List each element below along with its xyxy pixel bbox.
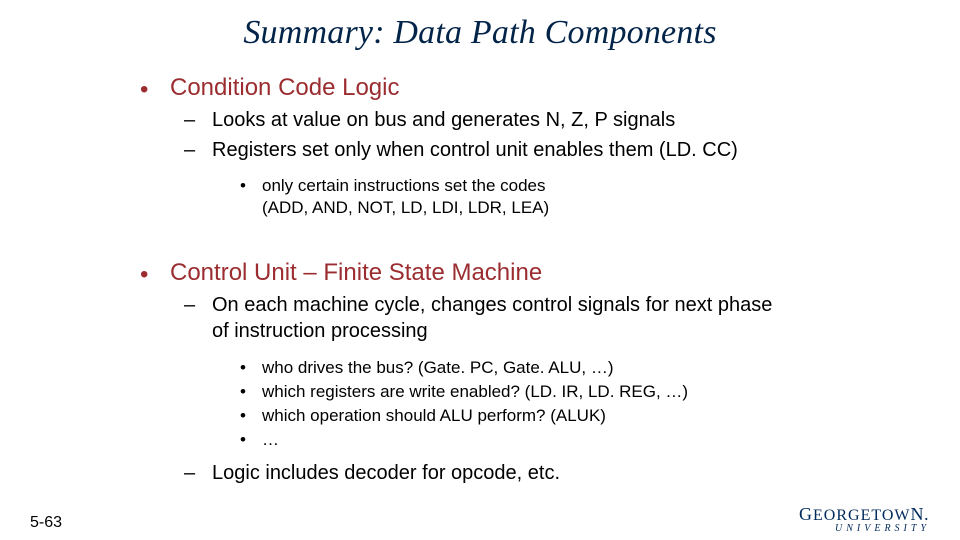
sub-text: On each machine cycle, changes control s… xyxy=(212,293,772,344)
bullet-icon: • xyxy=(240,175,262,219)
bullet-icon: • xyxy=(140,259,170,287)
section-heading-1: • Condition Code Logic xyxy=(140,74,900,102)
line: On each machine cycle, changes control s… xyxy=(212,294,772,316)
bullet-icon: • xyxy=(140,74,170,102)
slide-number: 5-63 xyxy=(30,514,62,532)
dash-icon: – xyxy=(184,138,212,164)
logo-line-2: UNIVERSITY xyxy=(799,524,930,534)
dash-icon: – xyxy=(184,108,212,134)
georgetown-logo: GGEORGETOWNEORGETOWN. UNIVERSITY xyxy=(799,505,930,534)
bullet-icon: • xyxy=(240,381,262,403)
heading-text: Condition Code Logic xyxy=(170,74,400,102)
sub-sub-item: • which registers are write enabled? (LD… xyxy=(240,381,900,403)
bullet-icon: • xyxy=(240,357,262,379)
bullet-icon: • xyxy=(240,405,262,427)
line: of instruction processing xyxy=(212,320,428,342)
section-heading-2: • Control Unit – Finite State Machine xyxy=(140,259,900,287)
sub-sub-text: who drives the bus? (Gate. PC, Gate. ALU… xyxy=(262,357,614,379)
sub-sub-item: • which operation should ALU perform? (A… xyxy=(240,405,900,427)
sub-item: – Looks at value on bus and generates N,… xyxy=(184,108,900,134)
sub-sub-text: … xyxy=(262,429,279,451)
sub-sub-item: • only certain instructions set the code… xyxy=(240,175,900,219)
sub-item: – On each machine cycle, changes control… xyxy=(184,293,900,344)
sub-item: – Registers set only when control unit e… xyxy=(184,138,900,164)
sub-sub-text: which registers are write enabled? (LD. … xyxy=(262,381,688,403)
sub-sub-text: which operation should ALU perform? (ALU… xyxy=(262,405,606,427)
logo-line-1: GGEORGETOWNEORGETOWN. xyxy=(799,505,930,524)
line: (ADD, AND, NOT, LD, LDI, LDR, LEA) xyxy=(262,198,549,217)
sub-item: – Logic includes decoder for opcode, etc… xyxy=(184,461,900,487)
slide-title: Summary: Data Path Components xyxy=(0,14,960,52)
sub-text: Logic includes decoder for opcode, etc. xyxy=(212,461,560,487)
sub-sub-item: • who drives the bus? (Gate. PC, Gate. A… xyxy=(240,357,900,379)
slide-body: • Condition Code Logic – Looks at value … xyxy=(140,74,900,487)
sub-text: Registers set only when control unit ena… xyxy=(212,138,738,164)
sub-sub-text: only certain instructions set the codes … xyxy=(262,175,549,219)
heading-text: Control Unit – Finite State Machine xyxy=(170,259,542,287)
dash-icon: – xyxy=(184,293,212,344)
sub-text: Looks at value on bus and generates N, Z… xyxy=(212,108,675,134)
bullet-icon: • xyxy=(240,429,262,451)
line: only certain instructions set the codes xyxy=(262,176,545,195)
dash-icon: – xyxy=(184,461,212,487)
sub-sub-item: • … xyxy=(240,429,900,451)
